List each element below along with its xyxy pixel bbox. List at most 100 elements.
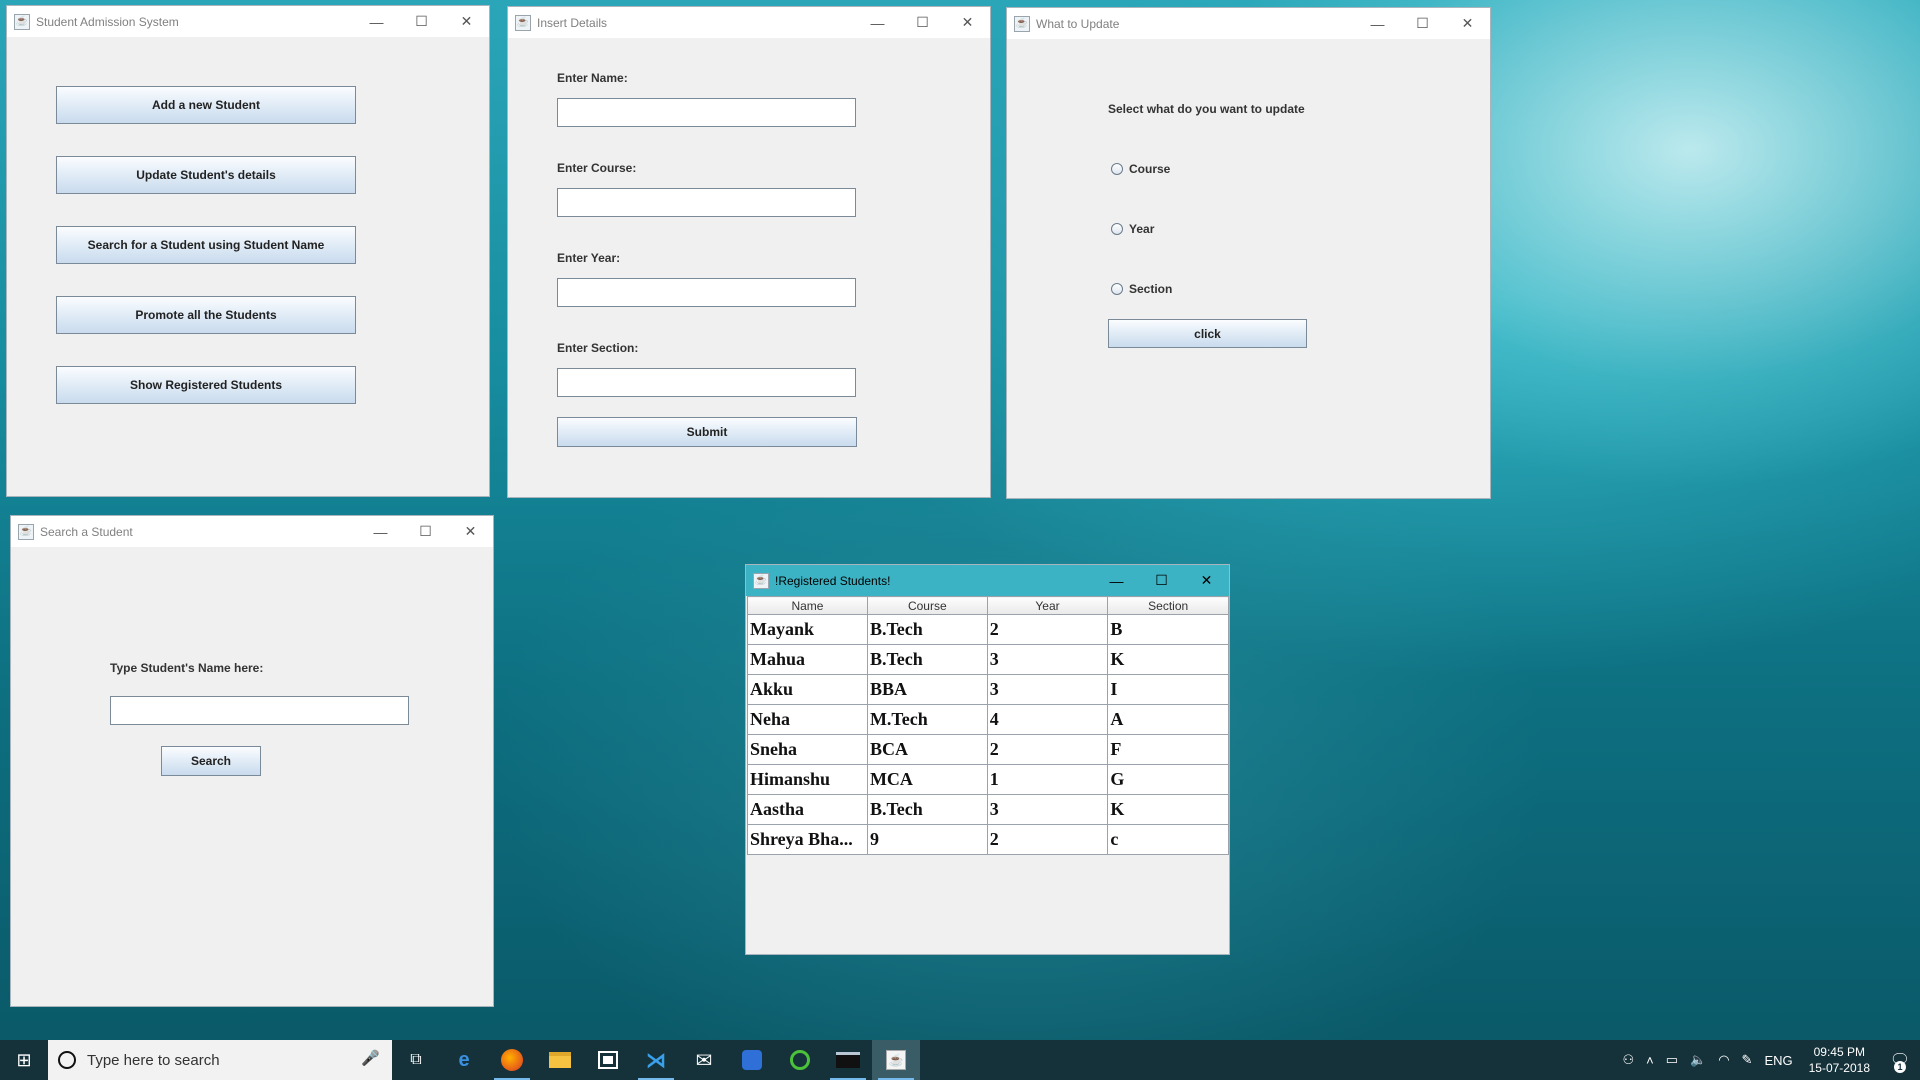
cell-course[interactable]: BCA	[866, 734, 988, 765]
close-button[interactable]: ✕	[945, 7, 990, 38]
task-view-icon[interactable]: ⧉	[392, 1040, 440, 1080]
cell-name[interactable]: Aastha	[747, 794, 868, 825]
cell-course[interactable]: B.Tech	[866, 644, 988, 675]
cell-year[interactable]: 1	[986, 764, 1109, 795]
maximize-button[interactable]: ☐	[403, 516, 448, 547]
name-field[interactable]	[557, 98, 856, 127]
windows-start-icon[interactable]: ⊞	[0, 1040, 48, 1080]
wifi-icon[interactable]: ◠	[1718, 1052, 1729, 1068]
cell-section[interactable]: F	[1107, 734, 1229, 765]
radio-course[interactable]: Course	[1111, 162, 1170, 176]
vscode-icon[interactable]: ⋊	[632, 1040, 680, 1080]
table-row[interactable]: Akku BBA 3 I	[747, 674, 1229, 705]
radio-button[interactable]	[1111, 283, 1123, 295]
cell-year[interactable]: 4	[986, 704, 1109, 735]
registered-titlebar[interactable]: ☕ !Registered Students! — ☐ ✕	[746, 565, 1229, 596]
close-button[interactable]: ✕	[1184, 565, 1229, 596]
cell-year[interactable]: 2	[986, 734, 1109, 765]
cell-name[interactable]: Neha	[747, 704, 868, 735]
add-student-button[interactable]: Add a new Student	[56, 86, 356, 124]
firefox-icon[interactable]	[488, 1040, 536, 1080]
people-icon[interactable]: ⚇	[1622, 1052, 1634, 1068]
cell-name[interactable]: Himanshu	[747, 764, 868, 795]
chevron-up-icon[interactable]: ˄	[1646, 1053, 1654, 1068]
click-button[interactable]: click	[1108, 319, 1307, 348]
search-name-field[interactable]	[110, 696, 409, 725]
cell-course[interactable]: B.Tech	[866, 614, 988, 645]
table-row[interactable]: Shreya Bha... 9 2 c	[747, 824, 1229, 855]
cell-name[interactable]: Sneha	[747, 734, 868, 765]
table-row[interactable]: Sneha BCA 2 F	[747, 734, 1229, 765]
cell-name[interactable]: Mahua	[747, 644, 868, 675]
circle-app-icon[interactable]	[776, 1040, 824, 1080]
volume-icon[interactable]: 🔈	[1690, 1052, 1706, 1068]
terminal-icon[interactable]	[824, 1040, 872, 1080]
table-row[interactable]: Mayank B.Tech 2 B	[747, 614, 1229, 645]
cell-year[interactable]: 3	[986, 794, 1109, 825]
search-student-button[interactable]: Search for a Student using Student Name	[56, 226, 356, 264]
column-header-course[interactable]: Course	[866, 596, 988, 615]
cell-course[interactable]: B.Tech	[866, 794, 988, 825]
minimize-button[interactable]: —	[354, 6, 399, 37]
column-header-name[interactable]: Name	[747, 596, 868, 615]
file-explorer-icon[interactable]	[536, 1040, 584, 1080]
show-registered-button[interactable]: Show Registered Students	[56, 366, 356, 404]
promote-students-button[interactable]: Promote all the Students	[56, 296, 356, 334]
table-row[interactable]: Himanshu MCA 1 G	[747, 764, 1229, 795]
radio-section[interactable]: Section	[1111, 282, 1172, 296]
mail-icon[interactable]: ✉	[680, 1040, 728, 1080]
table-row[interactable]: Aastha B.Tech 3 K	[747, 794, 1229, 825]
cell-course[interactable]: MCA	[866, 764, 988, 795]
cell-section[interactable]: A	[1107, 704, 1229, 735]
insert-titlebar[interactable]: ☕ Insert Details — ☐ ✕	[508, 7, 990, 38]
search-button[interactable]: Search	[161, 746, 261, 776]
cell-section[interactable]: K	[1107, 794, 1229, 825]
cell-section[interactable]: c	[1107, 824, 1229, 855]
cell-section[interactable]: I	[1107, 674, 1229, 705]
radio-button[interactable]	[1111, 223, 1123, 235]
cell-section[interactable]: K	[1107, 644, 1229, 675]
admission-titlebar[interactable]: ☕ Student Admission System — ☐ ✕	[7, 6, 489, 37]
close-button[interactable]: ✕	[448, 516, 493, 547]
language-indicator[interactable]: ENG	[1764, 1053, 1792, 1068]
maximize-button[interactable]: ☐	[900, 7, 945, 38]
minimize-button[interactable]: —	[1094, 565, 1139, 596]
maximize-button[interactable]: ☐	[399, 6, 444, 37]
update-student-button[interactable]: Update Student's details	[56, 156, 356, 194]
radio-button[interactable]	[1111, 163, 1123, 175]
feedback-icon[interactable]	[728, 1040, 776, 1080]
column-header-section[interactable]: Section	[1107, 596, 1229, 615]
maximize-button[interactable]: ☐	[1400, 8, 1445, 39]
year-field[interactable]	[557, 278, 856, 307]
cell-course[interactable]: BBA	[866, 674, 988, 705]
cell-year[interactable]: 3	[986, 644, 1109, 675]
microphone-icon[interactable]: 🎤	[361, 1049, 380, 1067]
maximize-button[interactable]: ☐	[1139, 565, 1184, 596]
store-icon[interactable]	[584, 1040, 632, 1080]
search-titlebar[interactable]: ☕ Search a Student — ☐ ✕	[11, 516, 493, 547]
table-row[interactable]: Mahua B.Tech 3 K	[747, 644, 1229, 675]
close-button[interactable]: ✕	[444, 6, 489, 37]
java-icon[interactable]: ☕	[872, 1040, 920, 1080]
cell-name[interactable]: Akku	[747, 674, 868, 705]
minimize-button[interactable]: —	[1355, 8, 1400, 39]
cell-section[interactable]: B	[1107, 614, 1229, 645]
cell-year[interactable]: 2	[986, 614, 1109, 645]
course-field[interactable]	[557, 188, 856, 217]
submit-button[interactable]: Submit	[557, 417, 857, 447]
notification-icon[interactable]: 🗨 1	[1880, 1040, 1920, 1080]
cell-course[interactable]: M.Tech	[866, 704, 988, 735]
table-row[interactable]: Neha M.Tech 4 A	[747, 704, 1229, 735]
minimize-button[interactable]: —	[358, 516, 403, 547]
cell-year[interactable]: 3	[986, 674, 1109, 705]
clock[interactable]: 09:45 PM 15-07-2018	[1809, 1044, 1870, 1076]
taskbar-search-box[interactable]: Type here to search 🎤	[48, 1040, 392, 1080]
close-button[interactable]: ✕	[1445, 8, 1490, 39]
cell-name[interactable]: Mayank	[747, 614, 868, 645]
pen-icon[interactable]: ✎	[1742, 1052, 1753, 1068]
cell-year[interactable]: 2	[986, 824, 1109, 855]
edge-icon[interactable]: e	[440, 1040, 488, 1080]
battery-icon[interactable]: ▭	[1666, 1052, 1678, 1068]
column-header-year[interactable]: Year	[986, 596, 1109, 615]
cell-section[interactable]: G	[1107, 764, 1229, 795]
